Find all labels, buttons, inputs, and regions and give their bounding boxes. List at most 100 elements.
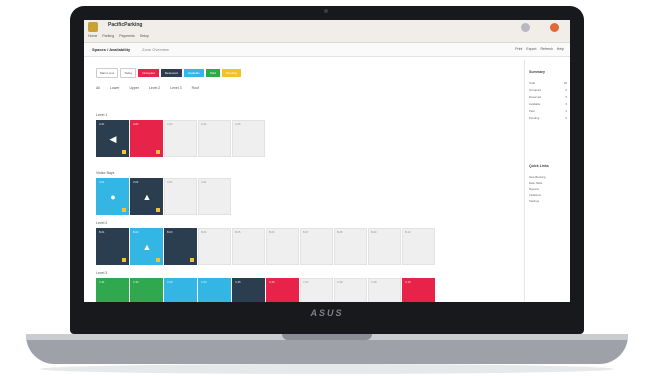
page-subtitle: Zone Overview bbox=[142, 47, 169, 52]
parking-tile[interactable]: C-01 bbox=[96, 278, 129, 302]
parking-tile[interactable]: C-06 bbox=[266, 278, 299, 302]
parking-tile[interactable]: B-09 bbox=[368, 228, 401, 265]
parking-tile[interactable]: C-05 bbox=[232, 278, 265, 302]
tile-label: C-02 bbox=[133, 281, 139, 284]
summary-key: Pending bbox=[529, 116, 540, 120]
parking-tile[interactable]: A-04 bbox=[198, 120, 231, 157]
section-label: Level 2 bbox=[96, 221, 108, 225]
filter-chip-reserved[interactable]: Reserved bbox=[160, 68, 182, 77]
quick-links: New Booking Rate Table Reports Violations Se… bbox=[529, 174, 567, 204]
parking-tile[interactable]: C-07 bbox=[300, 278, 333, 302]
tab-all[interactable]: All bbox=[96, 86, 100, 90]
tab-level-3[interactable]: Level 3 bbox=[170, 86, 181, 90]
app-header: PacificParking Home Parking Payments Set… bbox=[84, 20, 570, 43]
summary-heading: Summary bbox=[529, 70, 545, 74]
zone-tabs: All Lower Upper Level 2 Level 3 Roof bbox=[96, 86, 199, 90]
parking-tile[interactable]: B-04 bbox=[198, 228, 231, 265]
summary-key: Paid bbox=[529, 109, 535, 113]
summary-row: Paid 2 bbox=[529, 108, 567, 115]
summary-value: 0 bbox=[565, 116, 567, 120]
app-logo bbox=[88, 22, 98, 32]
parking-tile[interactable]: C-04 bbox=[198, 278, 231, 302]
tile-label: B-04 bbox=[201, 231, 207, 234]
section-label: Visitor Bays bbox=[96, 171, 115, 175]
tile-label: C-01 bbox=[99, 281, 105, 284]
avatar[interactable] bbox=[521, 23, 530, 32]
tile-row: A-01 ◀ A-02 A-03 A-04 A-05 bbox=[96, 120, 265, 157]
tile-label: C-03 bbox=[167, 281, 173, 284]
export-button[interactable]: Export bbox=[526, 47, 536, 51]
tile-label: B-09 bbox=[371, 231, 377, 234]
section-label: Level 1 bbox=[96, 113, 108, 117]
summary-row: Occupied 6 bbox=[529, 87, 567, 94]
parking-tile[interactable]: A-05 bbox=[232, 120, 265, 157]
print-button[interactable]: Print bbox=[515, 47, 522, 51]
summary-row: Reserved 5 bbox=[529, 94, 567, 101]
main-content: Main Lot A Today Occupied Reserved Avail… bbox=[90, 60, 520, 302]
summary-panel: Summary Total 29 Occupied 6 Reserved 5 Availab… bbox=[524, 60, 569, 302]
parking-tile[interactable]: B-10 bbox=[402, 228, 435, 265]
summary-row: Total 29 bbox=[529, 80, 567, 87]
tile-label: A-02 bbox=[133, 123, 139, 126]
parking-tile[interactable]: C-10 bbox=[402, 278, 435, 302]
parking-tile[interactable]: V-02 ▲ bbox=[130, 178, 163, 215]
filter-chip-occupied[interactable]: Occupied bbox=[138, 68, 159, 77]
summary-key: Total bbox=[529, 81, 535, 85]
parking-tile[interactable]: B-07 bbox=[300, 228, 333, 265]
parking-tile[interactable]: B-02 ▲ bbox=[130, 228, 163, 265]
tab-upper[interactable]: Upper bbox=[129, 86, 139, 90]
logout-icon[interactable] bbox=[550, 23, 559, 32]
tile-label: B-05 bbox=[235, 231, 241, 234]
filter-chip-pending[interactable]: Pending bbox=[221, 68, 241, 77]
summary-key: Reserved bbox=[529, 95, 541, 99]
parking-tile[interactable]: V-04 bbox=[198, 178, 231, 215]
menu-item[interactable]: Home bbox=[88, 34, 97, 38]
parking-tile[interactable]: B-05 bbox=[232, 228, 265, 265]
location-select[interactable]: Main Lot A bbox=[96, 67, 119, 78]
status-badge bbox=[156, 258, 160, 262]
period-select[interactable]: Today bbox=[120, 67, 137, 78]
filter-chip-available[interactable]: Available bbox=[183, 68, 204, 77]
parking-tile[interactable]: A-02 bbox=[130, 120, 163, 157]
parking-tile[interactable]: C-02 bbox=[130, 278, 163, 302]
section-label: Level 3 bbox=[96, 271, 108, 275]
summary-value: 5 bbox=[565, 95, 567, 99]
parking-tile[interactable]: A-01 ◀ bbox=[96, 120, 129, 157]
parking-tile[interactable]: B-03 bbox=[164, 228, 197, 265]
tab-roof[interactable]: Roof bbox=[192, 86, 199, 90]
parking-tile[interactable]: B-08 bbox=[334, 228, 367, 265]
status-badge bbox=[190, 258, 194, 262]
summary-value: 6 bbox=[565, 102, 567, 106]
quick-link[interactable]: Settings bbox=[529, 198, 567, 204]
tile-row: C-01 C-02 C-03 C-04 C-05 C-06 C-07 C-08 C-09 C-10 bbox=[96, 278, 435, 302]
tile-label: V-03 bbox=[167, 181, 173, 184]
menu-item[interactable]: Parking bbox=[102, 34, 114, 38]
parking-tile[interactable]: V-03 bbox=[164, 178, 197, 215]
tab-level-2[interactable]: Level 2 bbox=[149, 86, 160, 90]
tile-label: A-03 bbox=[167, 123, 173, 126]
parking-tile[interactable]: C-09 bbox=[368, 278, 401, 302]
tile-label: A-05 bbox=[235, 123, 241, 126]
menu-item[interactable]: Payments bbox=[119, 34, 135, 38]
menu-item[interactable]: Setup bbox=[140, 34, 149, 38]
refresh-button[interactable]: Refresh bbox=[541, 47, 553, 51]
quick-links-heading: Quick Links bbox=[529, 164, 549, 168]
parking-tile[interactable]: A-03 bbox=[164, 120, 197, 157]
parking-tile[interactable]: B-06 bbox=[266, 228, 299, 265]
speaker-icon: ◀ bbox=[109, 134, 117, 144]
filter-chip-paid[interactable]: Paid bbox=[205, 68, 220, 77]
tile-label: V-02 bbox=[133, 181, 139, 184]
parking-tile[interactable]: B-01 bbox=[96, 228, 129, 265]
tile-label: B-07 bbox=[303, 231, 309, 234]
tile-label: B-06 bbox=[269, 231, 275, 234]
brand-logo: ASUS bbox=[310, 308, 344, 318]
laptop-screen: PacificParking Home Parking Payments Set… bbox=[84, 20, 570, 302]
tab-lower[interactable]: Lower bbox=[110, 86, 120, 90]
screen-bezel-bottom: ASUS bbox=[84, 302, 570, 332]
parking-tile[interactable]: V-01 ● bbox=[96, 178, 129, 215]
tile-label: C-10 bbox=[405, 281, 411, 284]
summary-value: 29 bbox=[563, 81, 567, 85]
help-button[interactable]: Help bbox=[557, 47, 564, 51]
parking-tile[interactable]: C-08 bbox=[334, 278, 367, 302]
parking-tile[interactable]: C-03 bbox=[164, 278, 197, 302]
